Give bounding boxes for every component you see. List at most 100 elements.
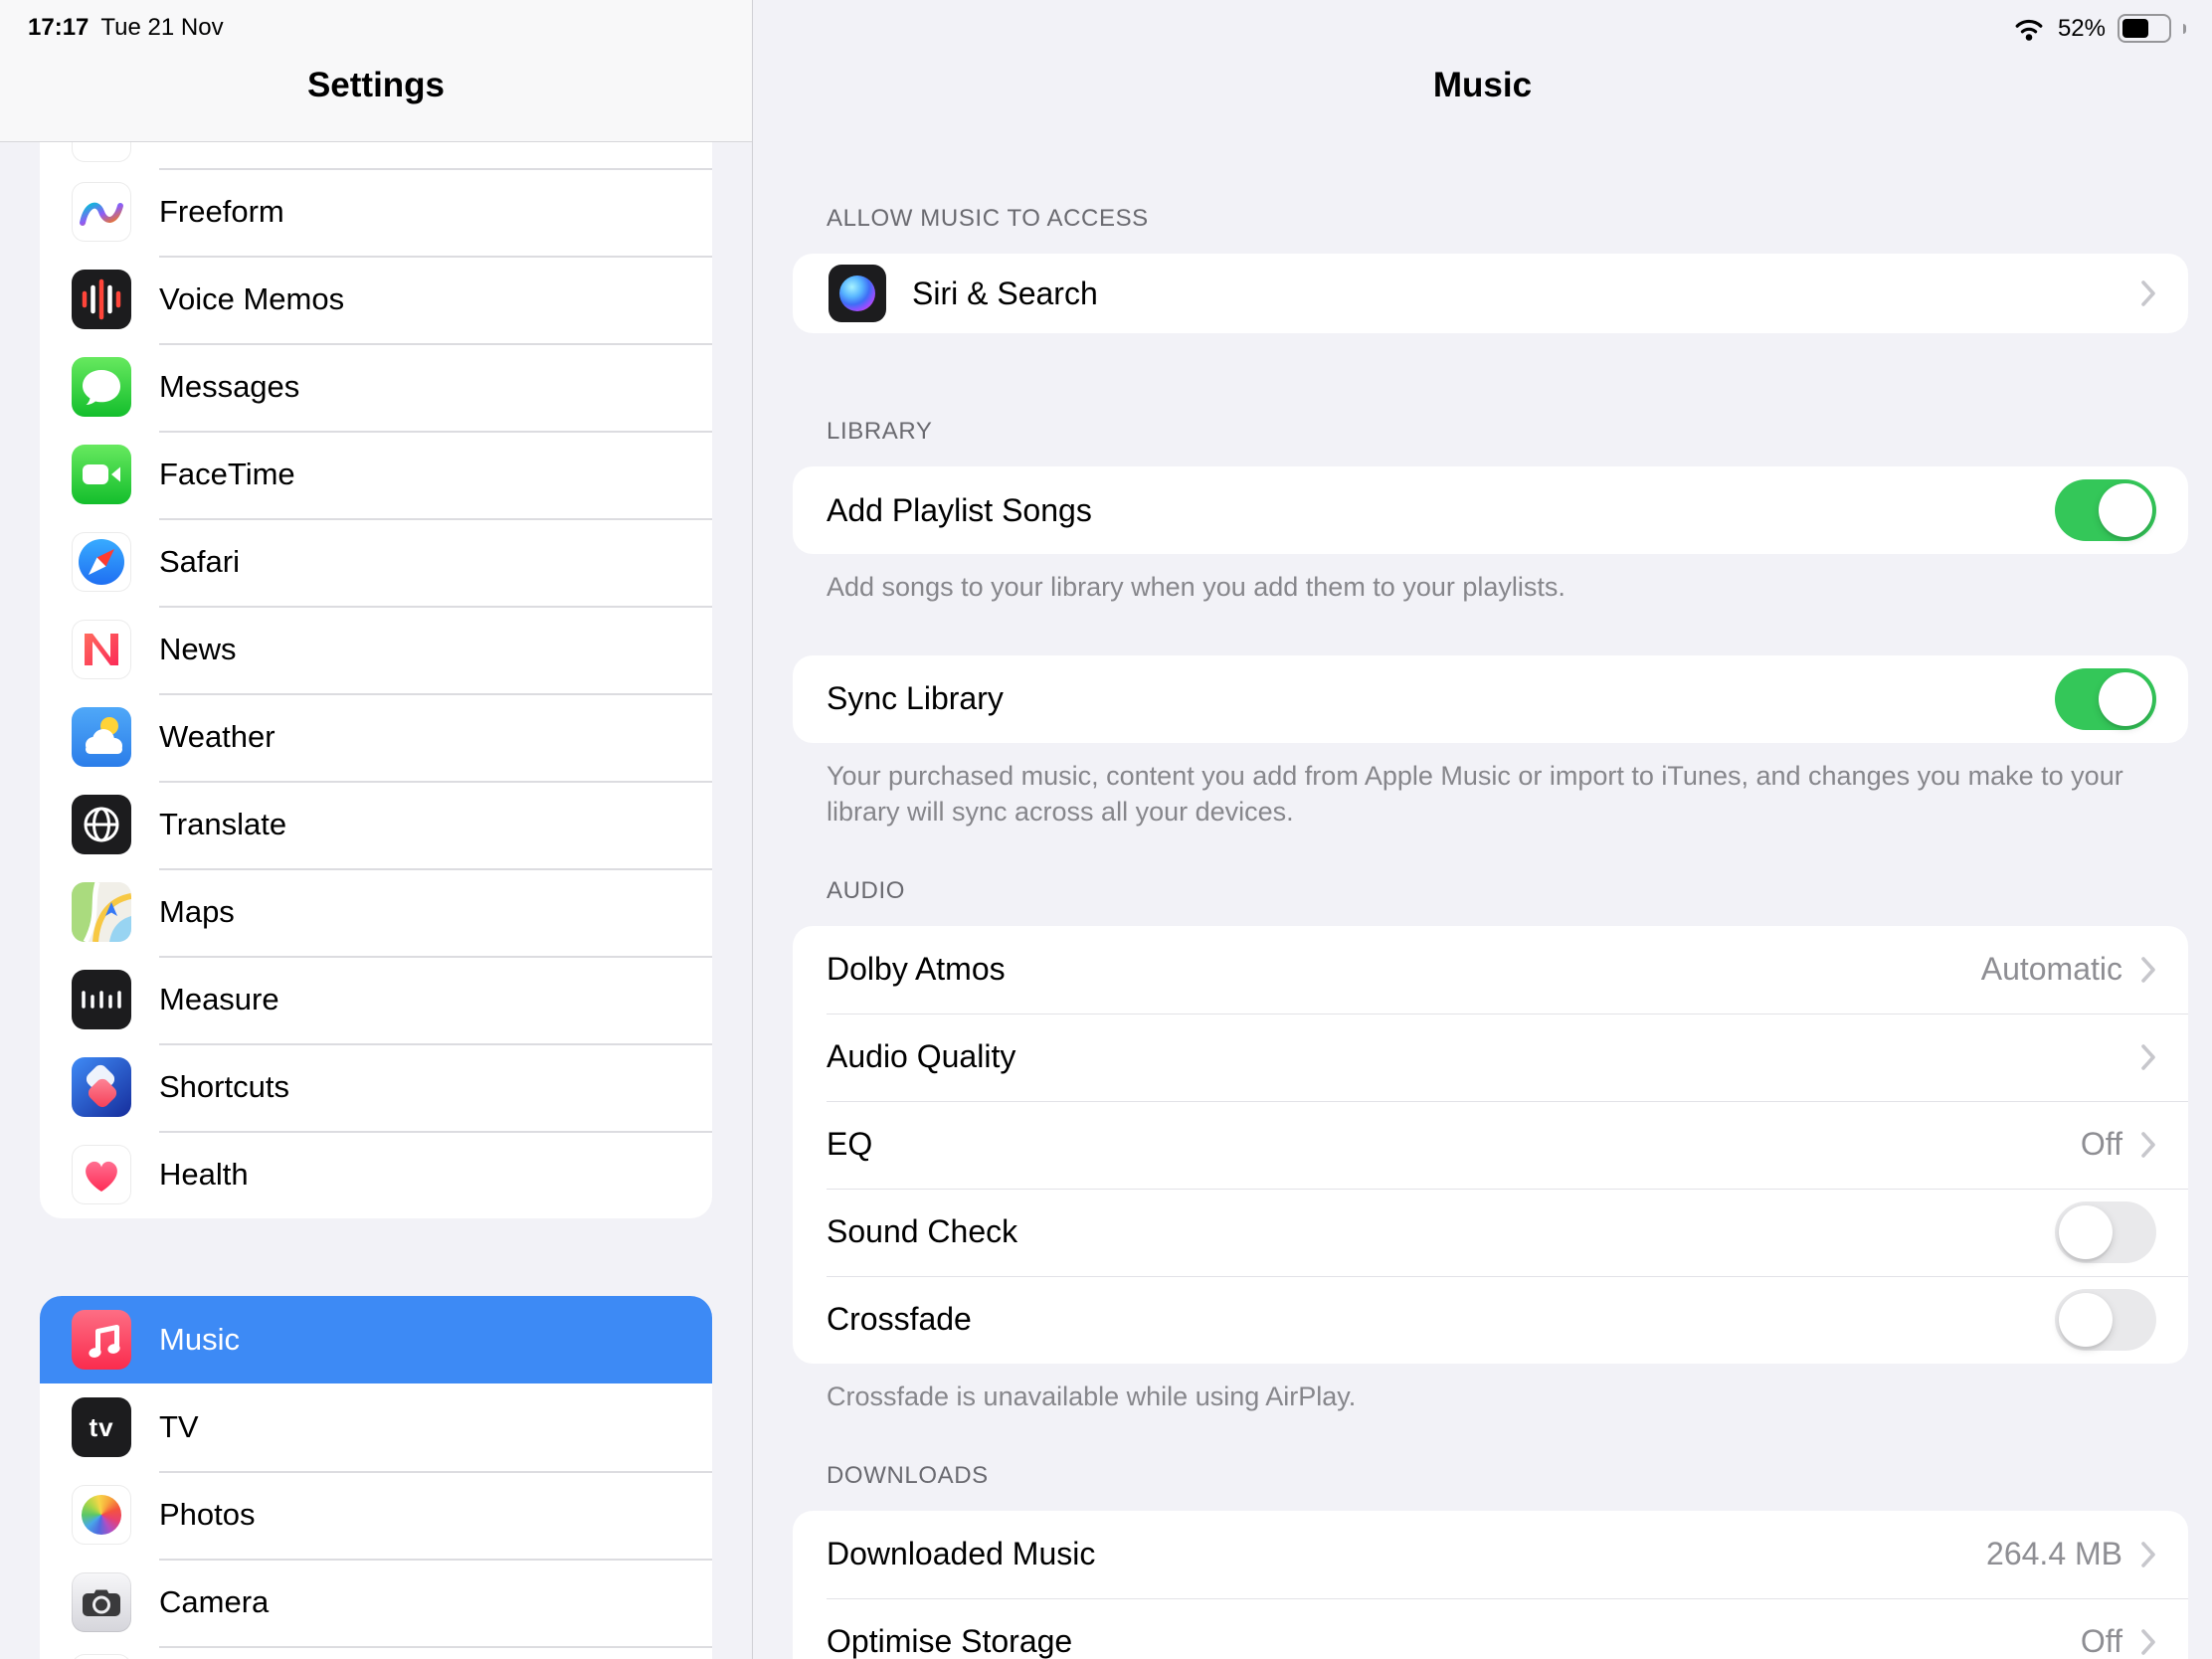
tv-icon: tv (72, 1397, 131, 1457)
sidebar-item-tv[interactable]: tv TV (40, 1383, 712, 1471)
music-settings-panel[interactable]: ALLOW MUSIC TO ACCESS Siri & Search LIBR… (753, 0, 2212, 1659)
card-downloads: Downloaded Music 264.4 MB Optimise Stora… (793, 1510, 2188, 1659)
row-downloaded-music[interactable]: Downloaded Music 264.4 MB (793, 1511, 2188, 1598)
freeform-icon (72, 182, 131, 242)
sidebar-item-partial-top[interactable] (40, 142, 712, 168)
card-sync-library: Sync Library (793, 654, 2188, 743)
battery-icon (2118, 14, 2171, 43)
row-detail: Automatic (1980, 951, 2122, 988)
siri-icon (829, 265, 886, 322)
status-date: Tue 21 Nov (100, 14, 224, 41)
row-eq[interactable]: EQ Off (793, 1100, 2188, 1189)
row-crossfade[interactable]: Crossfade (793, 1275, 2188, 1364)
sidebar-item-label: Health (159, 1157, 249, 1192)
row-label: Crossfade (827, 1301, 972, 1338)
sidebar-list[interactable]: Freeform Voice Memos Messages FaceTime S… (0, 142, 752, 1659)
app-icon-partial (72, 1654, 131, 1659)
sidebar-item-label: Camera (159, 1584, 270, 1619)
sidebar-item-label: News (159, 632, 237, 666)
sidebar-item-label: Photos (159, 1497, 256, 1532)
section-header-allow-music-access: ALLOW MUSIC TO ACCESS (827, 205, 1149, 232)
crossfade-toggle[interactable] (2055, 1288, 2156, 1351)
row-optimise-storage[interactable]: Optimise Storage Off (793, 1597, 2188, 1659)
footer-crossfade: Crossfade is unavailable while using Air… (827, 1381, 1357, 1411)
photos-icon (72, 1485, 131, 1545)
music-settings-pane: 52% Music ALLOW MUSIC TO ACCESS Siri & S… (753, 0, 2212, 1659)
sidebar-item-shortcuts[interactable]: Shortcuts (40, 1043, 712, 1131)
section-audio: AUDIO Dolby Atmos Automatic Audio Qualit… (793, 876, 2188, 1415)
measure-icon (72, 970, 131, 1029)
music-icon (72, 1310, 131, 1370)
chevron-right-icon (2141, 956, 2155, 983)
sidebar-item-label: Messages (159, 369, 300, 404)
row-detail: Off (2080, 1126, 2122, 1163)
sidebar-item-label: Shortcuts (159, 1069, 289, 1104)
app-icon-partial (72, 142, 131, 162)
sidebar-item-measure[interactable]: Measure (40, 956, 712, 1043)
row-label: Siri & Search (912, 275, 1098, 311)
row-siri-search[interactable]: Siri & Search (793, 254, 2188, 333)
sidebar-item-label: Music (159, 1322, 240, 1357)
sidebar-item-weather[interactable]: Weather (40, 693, 712, 781)
status-bar-right: 52% (2012, 14, 2186, 43)
row-detail: Off (2080, 1623, 2122, 1659)
shortcuts-icon (72, 1057, 131, 1117)
sidebar-item-safari[interactable]: Safari (40, 518, 712, 606)
sidebar-item-label: Translate (159, 807, 287, 841)
weather-icon (72, 707, 131, 767)
row-label: Downloaded Music (827, 1536, 1096, 1572)
sidebar-item-messages[interactable]: Messages (40, 343, 712, 431)
voice-memos-icon (72, 270, 131, 329)
add-playlist-songs-toggle[interactable] (2055, 479, 2156, 541)
section-downloads: DOWNLOADS Downloaded Music 264.4 MB Opti… (793, 1461, 2188, 1659)
sidebar-item-news[interactable]: News (40, 606, 712, 693)
sidebar-item-partial-bottom[interactable] (40, 1646, 712, 1659)
settings-app: 17:17 Tue 21 Nov Settings Freeform Voice… (0, 0, 2212, 1659)
sidebar-item-maps[interactable]: Maps (40, 868, 712, 956)
chevron-right-icon (2141, 1043, 2155, 1070)
chevron-right-icon (2141, 1541, 2155, 1567)
facetime-icon (72, 445, 131, 504)
sidebar-item-music[interactable]: Music (40, 1296, 712, 1383)
row-audio-quality[interactable]: Audio Quality (793, 1013, 2188, 1101)
row-add-playlist-songs[interactable]: Add Playlist Songs (793, 466, 2188, 554)
section-header-library: LIBRARY (827, 418, 933, 445)
status-bar-left: 17:17 Tue 21 Nov (28, 14, 224, 42)
sidebar: 17:17 Tue 21 Nov Settings Freeform Voice… (0, 0, 753, 1659)
sound-check-toggle[interactable] (2055, 1200, 2156, 1263)
page-title-music: Music (1432, 66, 1533, 104)
row-label: Audio Quality (827, 1038, 1016, 1075)
camera-icon (72, 1572, 131, 1632)
chevron-right-icon (2141, 1628, 2155, 1655)
row-detail: 264.4 MB (1986, 1536, 2122, 1572)
sidebar-item-camera[interactable]: Camera (40, 1559, 712, 1646)
battery-percent: 52% (2057, 14, 2106, 42)
battery-nub (2183, 23, 2186, 34)
sidebar-item-label: Safari (159, 544, 240, 579)
chevron-right-icon (2141, 1131, 2155, 1158)
sidebar-item-freeform[interactable]: Freeform (40, 168, 712, 256)
page-title-settings: Settings (306, 66, 446, 104)
sidebar-item-translate[interactable]: Translate (40, 781, 712, 868)
sidebar-item-facetime[interactable]: FaceTime (40, 431, 712, 518)
status-clock: 17:17 (28, 14, 90, 41)
sidebar-item-label: Maps (159, 894, 235, 929)
safari-icon (72, 532, 131, 592)
section-allow-music-access: ALLOW MUSIC TO ACCESS Siri & Search (793, 204, 2188, 333)
sidebar-item-photos[interactable]: Photos (40, 1471, 712, 1559)
sidebar-item-voice-memos[interactable]: Voice Memos (40, 256, 712, 343)
sidebar-item-label: Voice Memos (159, 281, 345, 316)
maps-icon (72, 882, 131, 942)
row-label: EQ (827, 1126, 873, 1163)
footer-sync-library: Your purchased music, content you add fr… (827, 760, 2123, 827)
sidebar-group-media: Music tv TV Photos Camera (40, 1296, 712, 1659)
row-dolby-atmos[interactable]: Dolby Atmos Automatic (793, 926, 2188, 1014)
translate-icon (72, 795, 131, 854)
sync-library-toggle[interactable] (2055, 667, 2156, 730)
row-label: Sync Library (827, 680, 1004, 717)
sidebar-item-health[interactable]: Health (40, 1131, 712, 1218)
row-label: Dolby Atmos (827, 951, 1006, 988)
row-label: Add Playlist Songs (827, 491, 1092, 528)
row-sound-check[interactable]: Sound Check (793, 1188, 2188, 1276)
row-sync-library[interactable]: Sync Library (793, 655, 2188, 743)
